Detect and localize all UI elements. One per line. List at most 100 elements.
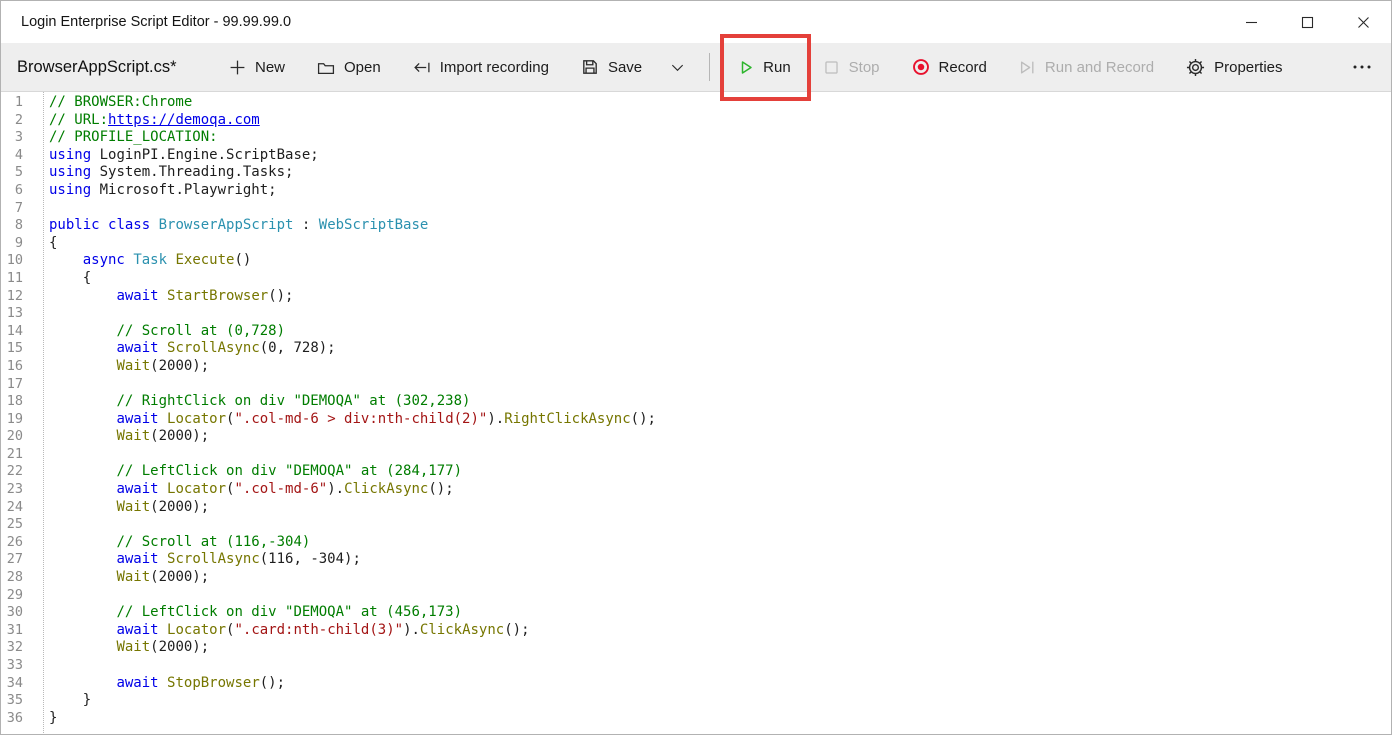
code-token-plain: (2000); (150, 499, 209, 515)
code-token-plain: (2000); (150, 569, 209, 585)
line-number: 26 (1, 534, 23, 552)
code-line[interactable]: // RightClick on div "DEMOQA" at (302,23… (49, 393, 1391, 411)
line-number: 23 (1, 481, 23, 499)
code-line[interactable]: await Locator(".card:nth-child(3)").Clic… (49, 622, 1391, 640)
line-number: 16 (1, 358, 23, 376)
code-token-method: Wait (116, 639, 150, 655)
code-line[interactable] (49, 516, 1391, 534)
code-token-comment: // BROWSER:Chrome (49, 94, 192, 110)
code-line[interactable]: using LoginPI.Engine.ScriptBase; (49, 147, 1391, 165)
code-line[interactable]: await ScrollAsync(0, 728); (49, 340, 1391, 358)
code-line[interactable] (49, 446, 1391, 464)
code-token-plain (49, 358, 116, 374)
code-line[interactable]: } (49, 710, 1391, 728)
code-line[interactable]: Wait(2000); (49, 499, 1391, 517)
code-line[interactable]: // LeftClick on div "DEMOQA" at (456,173… (49, 604, 1391, 622)
code-token-plain: LoginPI.Engine.ScriptBase; (91, 147, 319, 163)
code-token-plain: (); (268, 288, 293, 304)
code-token-plain: (2000); (150, 639, 209, 655)
run-and-record-label: Run and Record (1045, 59, 1154, 76)
code-line[interactable]: // PROFILE_LOCATION: (49, 129, 1391, 147)
code-token-plain: : (293, 217, 318, 233)
code-line[interactable]: { (49, 235, 1391, 253)
code-token-type: WebScriptBase (319, 217, 429, 233)
line-number: 14 (1, 323, 23, 341)
code-line[interactable]: { (49, 270, 1391, 288)
code-line[interactable] (49, 587, 1391, 605)
code-token-plain (159, 622, 167, 638)
code-line[interactable]: public class BrowserAppScript : WebScrip… (49, 217, 1391, 235)
code-token-keyword: await (116, 622, 158, 638)
code-token-plain: (2000); (150, 428, 209, 444)
code-line[interactable]: } (49, 692, 1391, 710)
code-editor[interactable]: 1234567891011121314151617181920212223242… (1, 92, 1391, 735)
more-button[interactable] (1333, 43, 1391, 91)
line-number: 19 (1, 411, 23, 429)
open-button[interactable]: Open (301, 43, 397, 91)
code-line[interactable] (49, 305, 1391, 323)
line-number: 10 (1, 252, 23, 270)
save-button[interactable]: Save (565, 43, 658, 91)
properties-button[interactable]: Properties (1170, 43, 1298, 91)
code-line[interactable]: // URL:https://demoqa.com (49, 112, 1391, 130)
code-line[interactable]: // LeftClick on div "DEMOQA" at (284,177… (49, 463, 1391, 481)
code-token-link: https://demoqa.com (108, 112, 260, 128)
code-token-plain (100, 217, 108, 233)
code-line[interactable]: await Locator(".col-md-6 > div:nth-child… (49, 411, 1391, 429)
line-number: 5 (1, 164, 23, 182)
code-token-plain (49, 569, 116, 585)
code-token-plain: (116, -304); (260, 551, 361, 567)
import-recording-button[interactable]: Import recording (397, 43, 565, 91)
ellipsis-icon (1351, 59, 1373, 75)
close-button[interactable] (1335, 1, 1391, 43)
chevron-down-icon (670, 60, 685, 75)
line-number: 4 (1, 147, 23, 165)
code-line[interactable]: Wait(2000); (49, 569, 1391, 587)
code-token-plain (159, 340, 167, 356)
code-token-comment: // Scroll at (116,-304) (116, 534, 310, 550)
code-line[interactable]: // Scroll at (0,728) (49, 323, 1391, 341)
code-token-method: Locator (167, 481, 226, 497)
code-token-plain: { (49, 270, 91, 286)
code-line[interactable]: Wait(2000); (49, 358, 1391, 376)
code-token-plain (159, 411, 167, 427)
new-button[interactable]: New (213, 43, 301, 91)
maximize-button[interactable] (1279, 1, 1335, 43)
folder-icon (317, 59, 335, 76)
code-token-plain (159, 288, 167, 304)
code-token-plain: System.Threading.Tasks; (91, 164, 293, 180)
minimize-button[interactable] (1223, 1, 1279, 43)
record-button[interactable]: Record (896, 43, 1003, 91)
code-token-plain (49, 622, 116, 638)
code-token-method: RightClickAsync (504, 411, 630, 427)
code-line[interactable]: await ScrollAsync(116, -304); (49, 551, 1391, 569)
code-line[interactable]: await StartBrowser(); (49, 288, 1391, 306)
code-token-comment: // LeftClick on div "DEMOQA" at (456,173… (116, 604, 462, 620)
code-line[interactable] (49, 200, 1391, 218)
code-line[interactable] (49, 376, 1391, 394)
import-arrow-icon (413, 59, 431, 76)
code-line[interactable]: // BROWSER:Chrome (49, 94, 1391, 112)
code-line[interactable]: Wait(2000); (49, 428, 1391, 446)
code-line[interactable]: await Locator(".col-md-6").ClickAsync(); (49, 481, 1391, 499)
code-line[interactable]: // Scroll at (116,-304) (49, 534, 1391, 552)
code-token-plain (49, 675, 116, 691)
code-line[interactable] (49, 657, 1391, 675)
import-recording-label: Import recording (440, 59, 549, 76)
code-lines[interactable]: // BROWSER:Chrome // URL:https://demoqa.c… (44, 92, 1391, 735)
code-token-plain: ). (327, 481, 344, 497)
code-line[interactable]: using System.Threading.Tasks; (49, 164, 1391, 182)
code-line[interactable]: using Microsoft.Playwright; (49, 182, 1391, 200)
stop-icon (823, 59, 840, 76)
window-controls (1223, 1, 1391, 43)
run-button[interactable]: Run (722, 43, 807, 91)
code-line[interactable]: Wait(2000); (49, 639, 1391, 657)
line-number: 20 (1, 428, 23, 446)
code-line[interactable]: await StopBrowser(); (49, 675, 1391, 693)
line-number: 30 (1, 604, 23, 622)
file-tab[interactable]: BrowserAppScript.cs* (1, 43, 213, 91)
line-number: 3 (1, 129, 23, 147)
save-dropdown-button[interactable] (658, 43, 697, 91)
code-line[interactable]: async Task Execute() (49, 252, 1391, 270)
close-icon (1357, 16, 1370, 29)
